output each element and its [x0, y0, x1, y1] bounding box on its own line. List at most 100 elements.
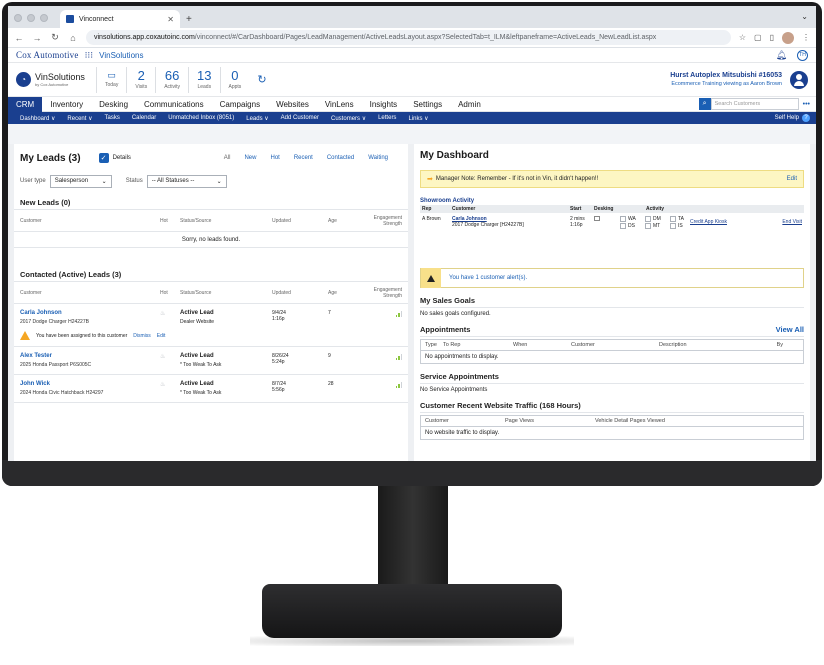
customer-alert[interactable]: You have 1 customer alert(s). — [420, 268, 804, 288]
more-options-icon[interactable]: ••• — [803, 101, 810, 108]
filter-new[interactable]: New — [244, 155, 256, 161]
dealer-info[interactable]: Hurst Autoplex Mitsubishi #16053 Ecommer… — [670, 72, 782, 87]
refresh-icon[interactable]: ↻ — [257, 73, 266, 86]
flame-icon[interactable]: ♨ — [160, 382, 165, 388]
tab-search-icon[interactable]: ⌄ — [801, 12, 808, 21]
user-type-select[interactable]: Salesperson ⌄ — [49, 174, 112, 188]
tab-close-icon[interactable]: ✕ — [167, 15, 174, 24]
nav-desking[interactable]: Desking — [91, 97, 136, 112]
nav-admin[interactable]: Admin — [450, 97, 489, 112]
subnav-unmatched-inbox[interactable]: Unmatched Inbox (8051) — [162, 115, 240, 121]
new-tab-icon[interactable]: + — [186, 14, 192, 28]
note-edit-link[interactable]: Edit — [787, 176, 797, 182]
credit-app-kiosk-link[interactable]: Credit App Kiosk — [690, 219, 750, 225]
user-initials-avatar[interactable]: TH — [797, 49, 808, 61]
filter-recent[interactable]: Recent — [294, 155, 313, 161]
stat-visits[interactable]: 2 Visits — [126, 66, 155, 93]
sidepanel-icon[interactable]: ▯ — [770, 33, 774, 42]
home-icon[interactable]: ⌂ — [68, 33, 78, 43]
nav-vinlens[interactable]: VinLens — [317, 97, 362, 112]
subnav-dashboard[interactable]: Dashboard ∨ — [14, 115, 61, 122]
bookmark-star-icon[interactable]: ☆ — [739, 33, 746, 42]
filter-contacted[interactable]: Contacted — [327, 155, 354, 161]
nav-inventory[interactable]: Inventory — [42, 97, 91, 112]
close-window-icon[interactable] — [14, 14, 22, 22]
flame-icon[interactable]: ♨ — [160, 311, 165, 317]
col-engagement[interactable]: Engagement Strength — [364, 287, 402, 299]
activity-wa-checkbox[interactable]: WA — [620, 216, 644, 222]
stat-appts[interactable]: 0 Appts — [219, 66, 250, 93]
col-status[interactable]: Status/Source — [180, 218, 272, 224]
col-age[interactable]: Age — [328, 218, 364, 224]
profile-avatar[interactable] — [782, 31, 794, 44]
stat-activity[interactable]: 66 Activity — [155, 66, 188, 93]
col-customer[interactable]: Customer — [20, 290, 160, 296]
subnav-links[interactable]: Links ∨ — [402, 115, 434, 122]
app-grid-icon[interactable]: ⁝⁝⁝ — [85, 50, 94, 61]
subnav-customers[interactable]: Customers ∨ — [325, 115, 372, 122]
nav-insights[interactable]: Insights — [362, 97, 406, 112]
view-all-link[interactable]: View All — [776, 325, 804, 334]
nav-communications[interactable]: Communications — [136, 97, 212, 112]
notifications-bell-icon[interactable]: 🔔︎ — [776, 50, 787, 61]
minimize-window-icon[interactable] — [27, 14, 35, 22]
nav-campaigns[interactable]: Campaigns — [212, 97, 268, 112]
user-account-icon[interactable] — [790, 70, 808, 89]
col-updated[interactable]: Updated — [272, 290, 328, 296]
subnav-tasks[interactable]: Tasks — [99, 115, 126, 121]
subnav-letters[interactable]: Letters — [372, 115, 402, 121]
product-name[interactable]: VinSolutions — [99, 51, 143, 60]
url-field[interactable]: vinsolutions.app.coxautoinc.com/vinconne… — [86, 30, 731, 45]
col-hot[interactable]: Hot — [160, 290, 180, 296]
lead-row[interactable]: Alex Tester 2025 Honda Passport P6S005C … — [14, 347, 408, 375]
lead-customer-cell: Alex Tester 2025 Honda Passport P6S005C — [20, 353, 160, 368]
subnav-recent[interactable]: Recent ∨ — [61, 115, 98, 122]
col-age[interactable]: Age — [328, 290, 364, 296]
cox-automotive-logo[interactable]: Cox Automotive — [16, 50, 79, 60]
back-icon[interactable]: ← — [14, 33, 24, 43]
self-help-link[interactable]: Self Help ? — [775, 114, 810, 122]
lead-row[interactable]: Carla Johnson 2017 Dodge Charger H24227B… — [14, 304, 408, 347]
subnav-calendar[interactable]: Calendar — [126, 115, 162, 121]
nav-websites[interactable]: Websites — [268, 97, 317, 112]
flame-icon[interactable]: ♨ — [160, 354, 165, 360]
dismiss-link[interactable]: Dismiss — [133, 333, 151, 339]
search-icon[interactable]: ⌕ — [698, 98, 711, 110]
extensions-icon[interactable]: ▢ — [754, 33, 762, 42]
activity-mt-checkbox[interactable]: MT — [645, 223, 669, 229]
alert-text[interactable]: You have 1 customer alert(s). — [449, 275, 527, 281]
desking-icon[interactable] — [594, 216, 600, 221]
status-select[interactable]: -- All Statuses -- ⌄ — [146, 174, 227, 188]
activity-dm-checkbox[interactable]: DM — [645, 216, 669, 222]
customer-name-link[interactable]: Alex Tester — [20, 353, 160, 359]
reload-icon[interactable]: ↻ — [50, 32, 60, 43]
vinsolutions-logo[interactable]: ◔ VinSolutions by Cox Automotive — [16, 72, 96, 87]
maximize-window-icon[interactable] — [40, 14, 48, 22]
col-status[interactable]: Status/Source — [180, 290, 272, 296]
nav-settings[interactable]: Settings — [405, 97, 450, 112]
search-input[interactable]: Search Customers — [710, 98, 799, 110]
col-engagement[interactable]: Engagement Strength — [364, 215, 402, 227]
col-hot[interactable]: Hot — [160, 218, 180, 224]
end-visit-link[interactable]: End Visit — [750, 219, 802, 225]
details-checkbox[interactable]: ✓ — [98, 153, 109, 163]
browser-tab[interactable]: Vinconnect ✕ — [60, 10, 180, 28]
lead-row[interactable]: John Wick 2024 Honda Civic Hatchback H24… — [14, 375, 408, 403]
filter-all[interactable]: All — [224, 155, 231, 161]
forward-icon[interactable]: → — [32, 33, 42, 43]
showroom-activity-title[interactable]: Showroom Activity — [420, 198, 804, 204]
filter-hot[interactable]: Hot — [270, 155, 279, 161]
customer-name-link[interactable]: John Wick — [20, 381, 160, 387]
customer-name-link[interactable]: Carla Johnson — [20, 310, 160, 316]
subnav-leads[interactable]: Leads ∨ — [240, 115, 274, 122]
stat-leads[interactable]: 13 Leads — [188, 66, 219, 93]
filter-waiting[interactable]: Waiting — [368, 155, 388, 161]
stat-today[interactable]: ▭ Today — [96, 66, 126, 93]
activity-ds-checkbox[interactable]: DS — [620, 223, 644, 229]
col-customer[interactable]: Customer — [20, 218, 160, 224]
col-updated[interactable]: Updated — [272, 218, 328, 224]
subnav-add-customer[interactable]: Add Customer — [275, 115, 325, 121]
kebab-menu-icon[interactable]: ⋮ — [802, 33, 810, 42]
nav-crm[interactable]: CRM — [8, 96, 43, 112]
edit-link[interactable]: Edit — [157, 333, 166, 339]
